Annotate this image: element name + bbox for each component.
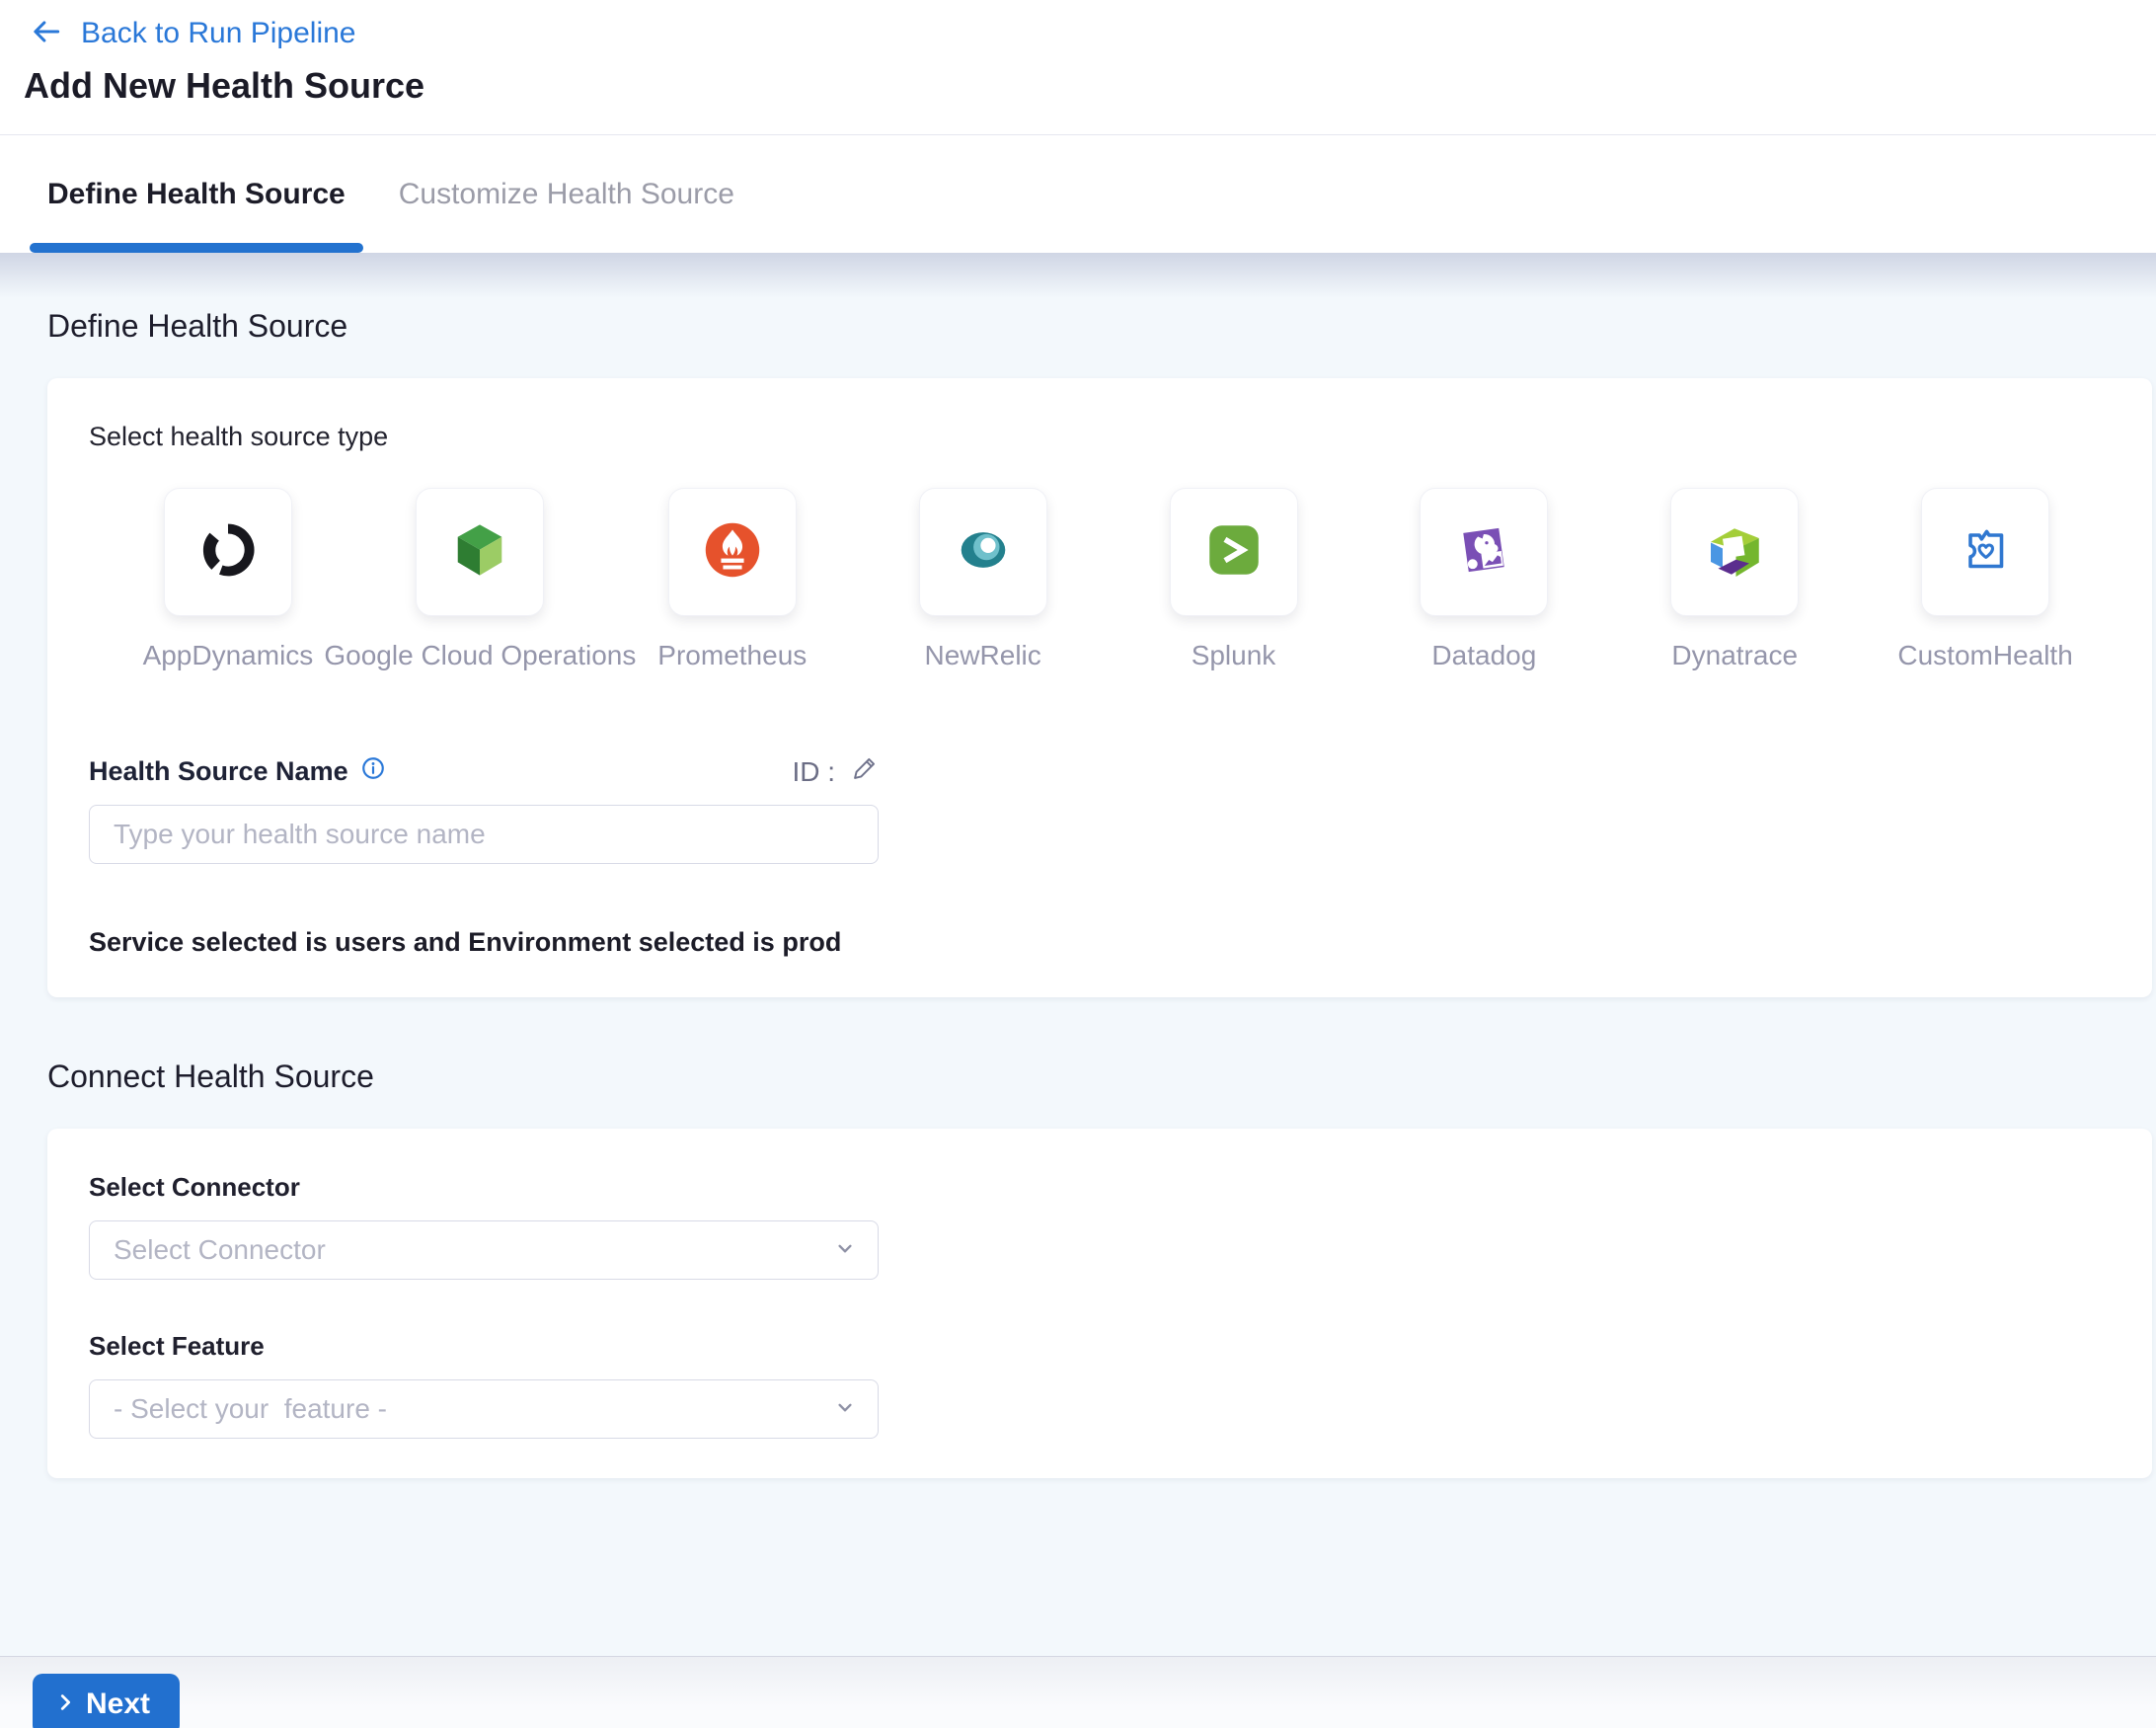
info-icon xyxy=(360,755,386,788)
prometheus-tile[interactable] xyxy=(668,488,797,616)
source-option-dynatrace[interactable]: Dynatrace xyxy=(1609,488,1860,671)
id-label-group: ID : xyxy=(792,754,879,789)
chevron-down-icon xyxy=(832,1394,858,1425)
google-cloud-operations-tile[interactable] xyxy=(416,488,544,616)
source-label: Datadog xyxy=(1431,640,1536,671)
next-button[interactable]: Next xyxy=(33,1674,180,1728)
health-source-name-label-group: Health Source Name xyxy=(89,755,386,788)
back-navigation[interactable]: Back to Run Pipeline xyxy=(0,14,2156,53)
splunk-icon xyxy=(1201,517,1267,588)
source-label: NewRelic xyxy=(925,640,1041,671)
customhealth-tile[interactable] xyxy=(1921,488,2049,616)
service-environment-note: Service selected is users and Environmen… xyxy=(89,927,2111,958)
header: Back to Run Pipeline Add New Health Sour… xyxy=(0,0,2156,135)
arrow-left-icon xyxy=(30,15,63,53)
dynatrace-tile[interactable] xyxy=(1670,488,1799,616)
source-option-appdynamics[interactable]: AppDynamics xyxy=(103,488,353,671)
newrelic-tile[interactable] xyxy=(919,488,1047,616)
customhealth-icon xyxy=(1953,517,2018,588)
source-option-datadog[interactable]: Datadog xyxy=(1358,488,1609,671)
tab-bar: Define Health Source Customize Health So… xyxy=(0,135,2156,253)
tab-define-health-source[interactable]: Define Health Source xyxy=(47,135,346,253)
chevron-right-icon xyxy=(54,1688,76,1721)
id-label: ID : xyxy=(792,756,835,788)
source-option-splunk[interactable]: Splunk xyxy=(1109,488,1359,671)
splunk-tile[interactable] xyxy=(1170,488,1298,616)
select-connector-label: Select Connector xyxy=(89,1172,2111,1203)
appdynamics-tile[interactable] xyxy=(164,488,292,616)
health-source-name-row: Health Source Name ID : xyxy=(89,754,879,789)
source-label: Prometheus xyxy=(657,640,807,671)
feature-select[interactable]: - Select your feature - xyxy=(89,1379,879,1439)
health-source-name-label: Health Source Name xyxy=(89,756,348,787)
prometheus-icon xyxy=(700,517,765,588)
source-label: CustomHealth xyxy=(1897,640,2072,671)
source-option-customhealth[interactable]: CustomHealth xyxy=(1860,488,2111,671)
newrelic-icon xyxy=(951,517,1016,588)
source-label: Dynatrace xyxy=(1671,640,1798,671)
source-type-row: AppDynamics Google Cloud Operations xyxy=(103,488,2111,671)
next-button-label: Next xyxy=(86,1688,150,1721)
connect-section-heading: Connect Health Source xyxy=(47,997,2156,1095)
page-title: Add New Health Source xyxy=(24,65,2156,107)
connector-select[interactable]: Select Connector xyxy=(89,1220,879,1280)
source-label: AppDynamics xyxy=(143,640,314,671)
dynatrace-icon xyxy=(1702,517,1767,588)
footer-bar: Next xyxy=(0,1656,2156,1728)
define-section-heading: Define Health Source xyxy=(47,253,2156,345)
define-card: Select health source type AppDynamics xyxy=(47,378,2152,997)
chevron-down-icon xyxy=(832,1235,858,1266)
tab-customize-health-source[interactable]: Customize Health Source xyxy=(399,135,734,253)
edit-pencil-icon[interactable] xyxy=(851,754,879,789)
connect-card: Select Connector Select Connector Select… xyxy=(47,1129,2152,1478)
add-health-source-page: Back to Run Pipeline Add New Health Sour… xyxy=(0,0,2156,1728)
google-cloud-operations-icon xyxy=(447,517,512,588)
connector-select-value: Select Connector xyxy=(114,1234,326,1266)
source-option-google-cloud-operations[interactable]: Google Cloud Operations xyxy=(353,488,607,671)
source-label: Google Cloud Operations xyxy=(324,640,636,671)
datadog-icon xyxy=(1451,517,1516,588)
health-source-name-input[interactable] xyxy=(89,805,879,864)
content-area: Define Health Source Select health sourc… xyxy=(0,253,2156,1656)
feature-select-value: - Select your feature - xyxy=(114,1393,387,1425)
source-option-prometheus[interactable]: Prometheus xyxy=(607,488,858,671)
select-feature-label: Select Feature xyxy=(89,1331,2111,1362)
select-source-type-label: Select health source type xyxy=(89,422,2111,452)
appdynamics-icon xyxy=(195,517,261,588)
source-label: Splunk xyxy=(1192,640,1276,671)
back-link[interactable]: Back to Run Pipeline xyxy=(81,17,356,50)
datadog-tile[interactable] xyxy=(1420,488,1548,616)
source-option-newrelic[interactable]: NewRelic xyxy=(858,488,1109,671)
